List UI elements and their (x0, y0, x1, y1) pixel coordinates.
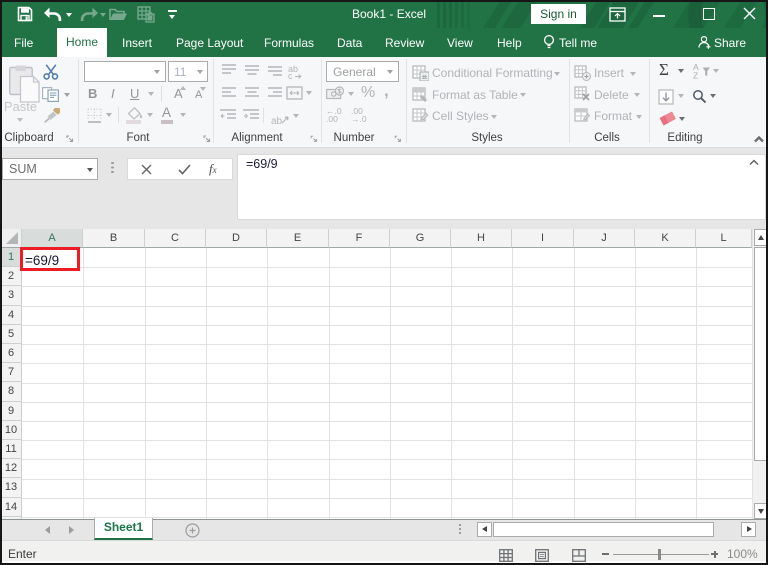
svg-text:Z: Z (693, 71, 698, 80)
svg-text:c: c (288, 71, 293, 80)
svg-text:ab: ab (271, 116, 283, 127)
